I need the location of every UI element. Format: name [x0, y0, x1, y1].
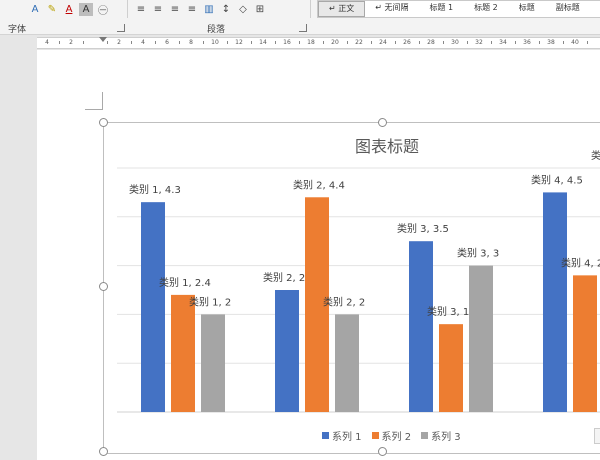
bar[interactable] — [543, 192, 567, 412]
data-label: 类别 3, 3.5 — [397, 222, 449, 235]
bar[interactable] — [409, 241, 433, 412]
bar[interactable] — [573, 275, 597, 412]
bar[interactable] — [171, 294, 195, 412]
legend-swatch — [371, 432, 379, 439]
bar[interactable] — [275, 290, 299, 412]
data-label: 类别 1, 4.3 — [129, 183, 181, 196]
data-label: 类别 4, 4.5 — [531, 173, 583, 186]
legend-label: 系列 3 — [431, 432, 461, 443]
bar[interactable] — [141, 202, 165, 412]
legend-swatch — [322, 432, 329, 439]
data-label: 类别 1, 2 — [189, 295, 231, 308]
data-label: 类别 4, 2 — [561, 256, 600, 269]
chart-plot[interactable]: 类别 1, 4.3类别 2, 2.5类别 3, 3.5类别 4, 4.5类别 1… — [0, 0, 600, 460]
legend-item: 系列 1 — [322, 428, 362, 443]
bar[interactable] — [201, 314, 225, 412]
bar[interactable] — [335, 314, 359, 412]
legend-label: 系列 1 — [332, 432, 362, 443]
chart-elements-button[interactable] — [594, 428, 600, 444]
data-label: 类别 3, 3 — [457, 247, 499, 260]
legend-item: 系列 2 — [371, 428, 412, 443]
data-label: 类别 2, 4.4 — [293, 178, 345, 191]
data-label: 类别 2, 2 — [323, 295, 365, 308]
legend-swatch — [421, 432, 429, 439]
data-label: 类 — [591, 149, 600, 162]
chart-legend[interactable]: 系列 1 系列 2 系列 3 — [322, 428, 471, 443]
bar[interactable] — [469, 265, 493, 412]
legend-item: 系列 3 — [421, 428, 461, 443]
legend-label: 系列 2 — [381, 432, 412, 443]
bar[interactable] — [439, 324, 463, 412]
data-label: 类别 1, 2.4 — [159, 276, 211, 289]
